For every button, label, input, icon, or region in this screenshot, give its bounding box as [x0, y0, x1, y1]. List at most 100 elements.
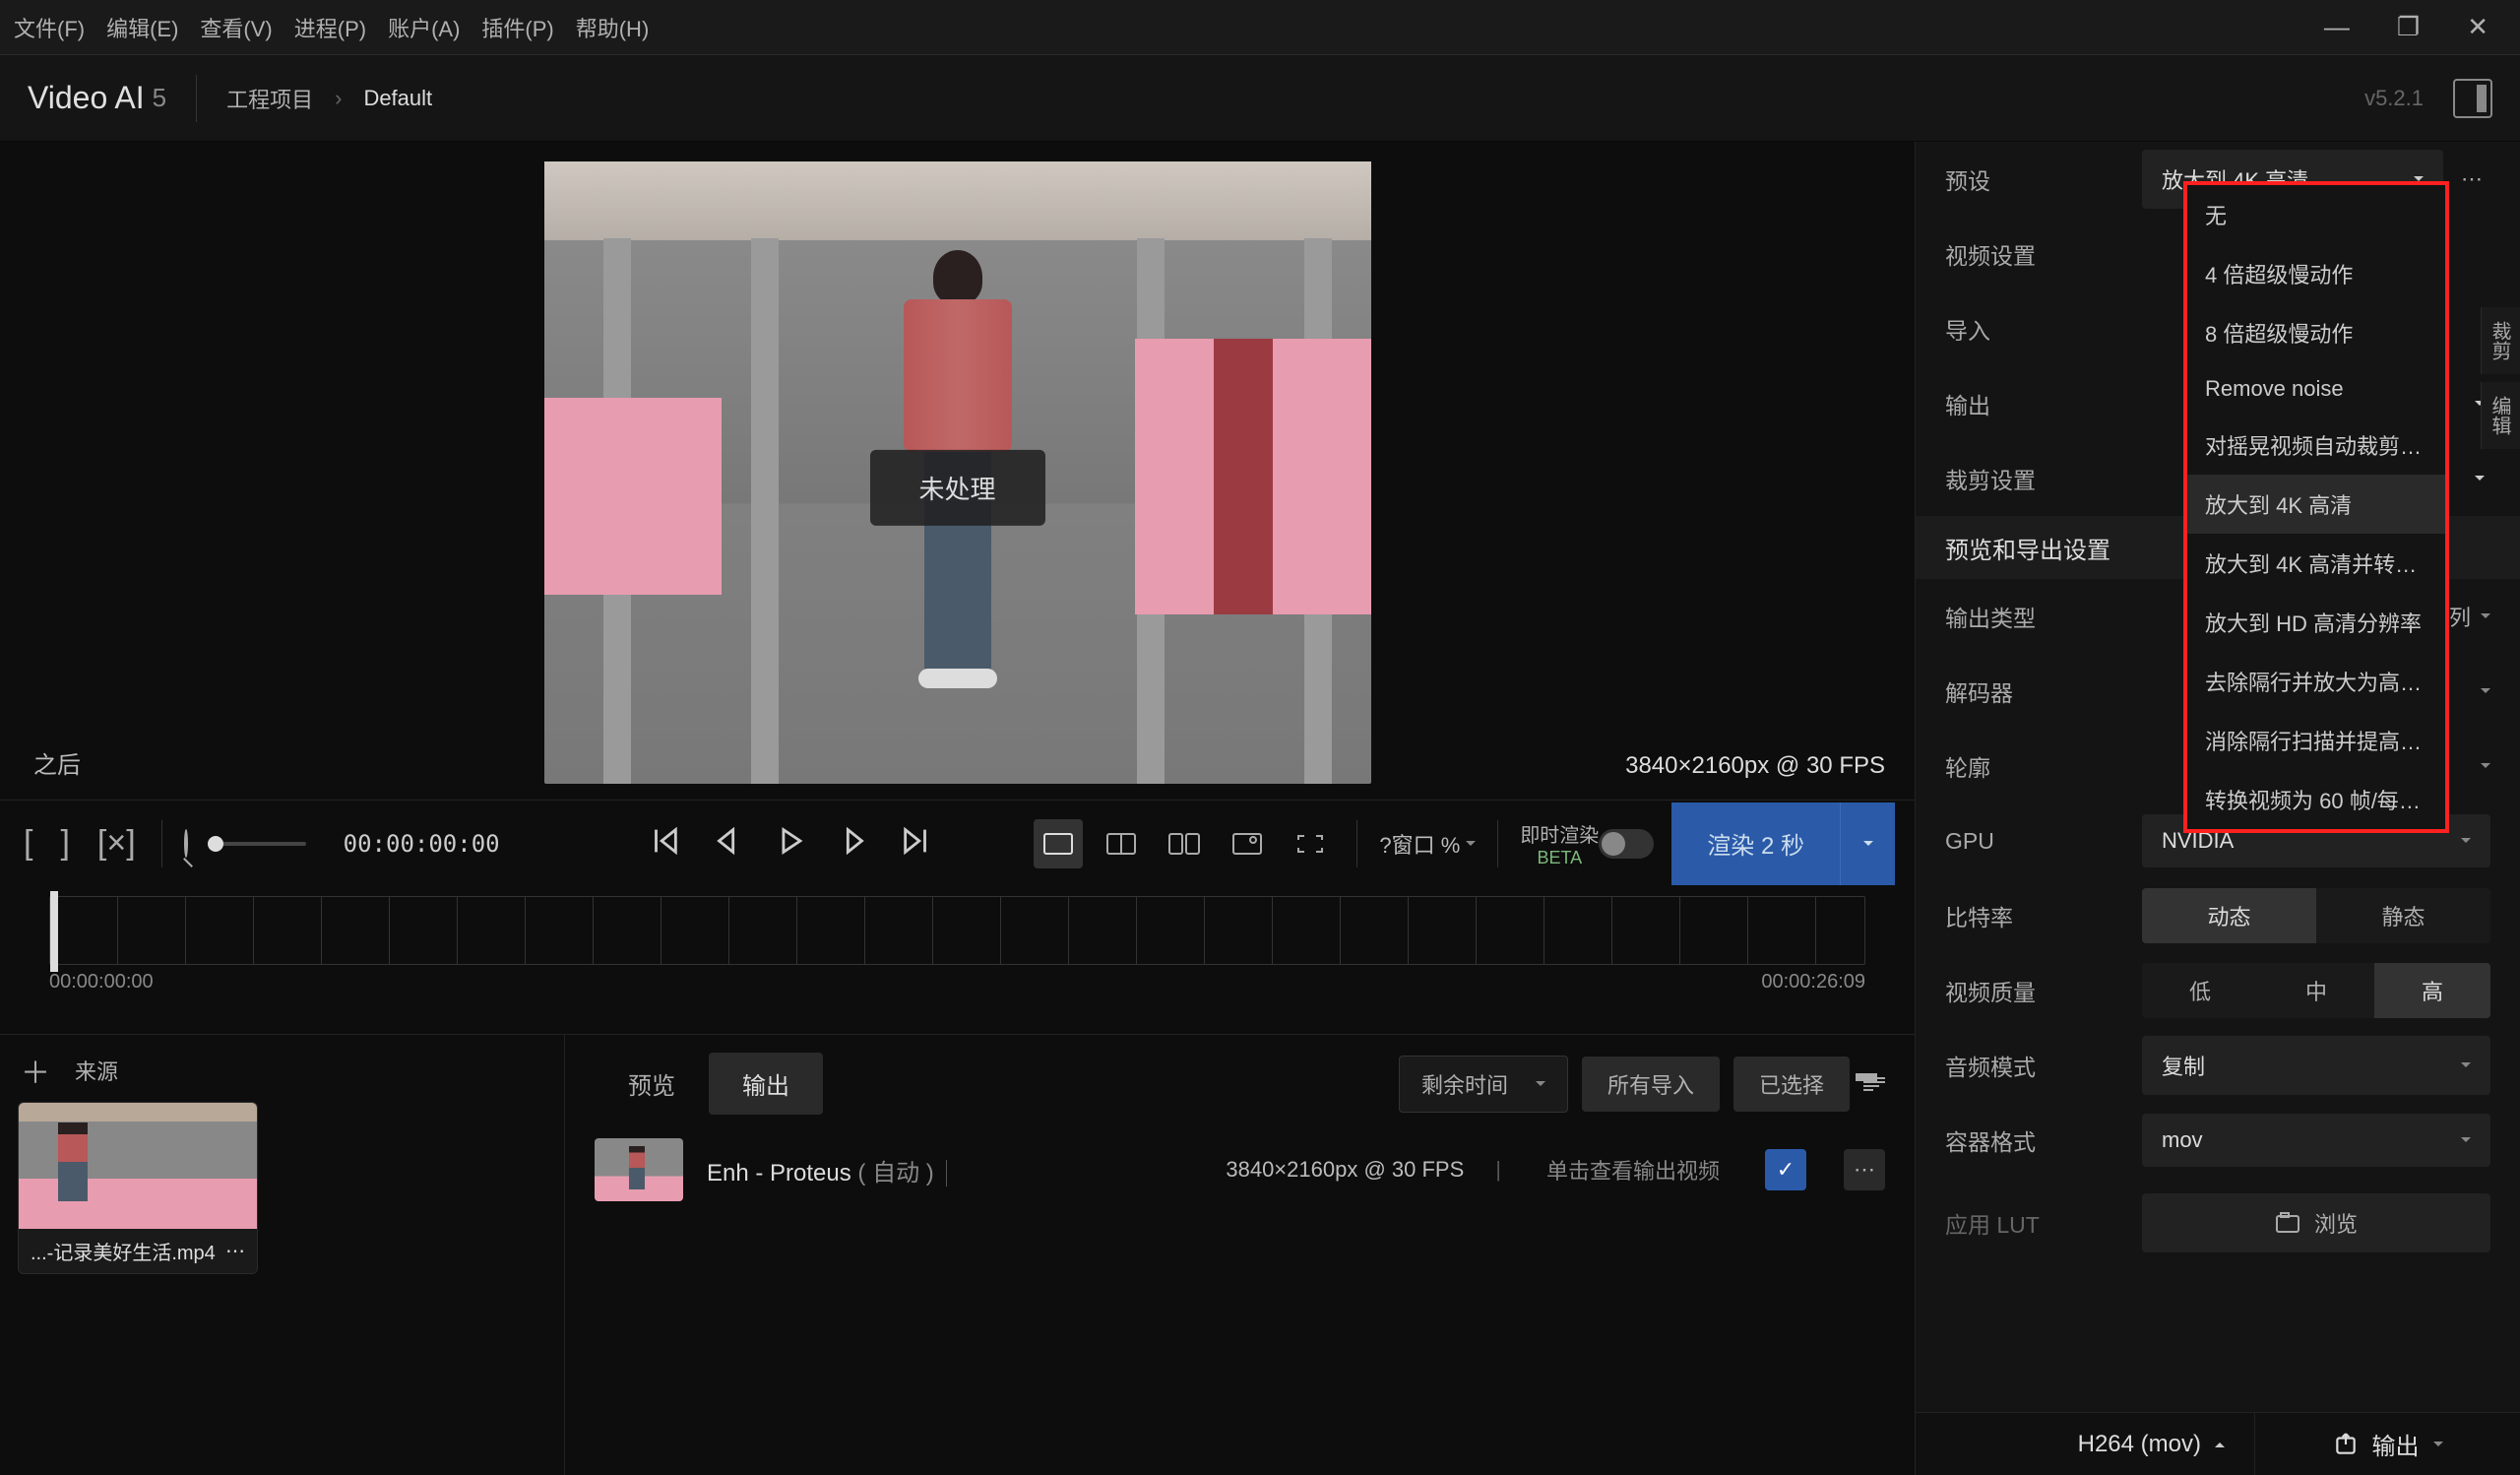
after-label: 之后 — [33, 745, 81, 780]
quality-mid[interactable]: 中 — [2258, 963, 2374, 1018]
selected-button[interactable]: 已选择 — [1733, 1057, 1850, 1112]
mark-in-button[interactable]: [ — [20, 824, 36, 863]
source-more-button[interactable]: ⋯ — [225, 1239, 245, 1263]
breadcrumb-current: Default — [363, 86, 432, 111]
preset-opt-8x[interactable]: 8 倍超级慢动作 — [2187, 303, 2445, 362]
next-frame-button[interactable] — [837, 824, 870, 864]
timeline[interactable]: 00:00:00:00 00:00:26:09 — [0, 886, 1915, 1034]
contour-dropdown[interactable] — [2481, 763, 2490, 773]
add-source-button[interactable]: ＋ — [18, 1053, 53, 1088]
view-output-link[interactable]: 单击查看输出视频 — [1546, 1154, 1720, 1186]
maximize-button[interactable]: ❐ — [2397, 12, 2420, 42]
preset-menu[interactable]: 无 4 倍超级慢动作 8 倍超级慢动作 Remove noise 对摇晃视频自动… — [2183, 181, 2449, 833]
zoom-slider[interactable] — [208, 842, 306, 846]
menu-account[interactable]: 账户(A) — [388, 12, 460, 43]
preset-opt-60fps[interactable]: 转换视频为 60 帧/每秒高 — [2187, 770, 2445, 829]
lut-browse-button[interactable]: 浏览 — [2142, 1193, 2490, 1252]
remaining-time-dropdown[interactable]: 剩余时间 — [1399, 1056, 1568, 1113]
side-tab-crop[interactable]: 裁剪 — [2481, 307, 2520, 374]
codec-dropdown[interactable]: H264 (mov) — [1916, 1413, 2254, 1475]
preset-opt-hd[interactable]: 放大到 HD 高清分辨率 — [2187, 593, 2445, 652]
prev-frame-button[interactable] — [711, 824, 744, 864]
skip-end-button[interactable] — [900, 824, 933, 864]
timeline-start: 00:00:00:00 — [49, 971, 154, 994]
preset-opt-stabilize[interactable]: 对摇晃视频自动裁剪稳定... — [2187, 416, 2445, 475]
source-clip-card[interactable]: ...-记录美好生活.mp4 ⋯ — [18, 1102, 258, 1274]
unprocessed-badge: 未处理 — [869, 450, 1044, 526]
playhead[interactable] — [50, 891, 58, 972]
sort-button[interactable] — [1863, 1077, 1885, 1091]
skip-start-button[interactable] — [648, 824, 681, 864]
menu-edit[interactable]: 编辑(E) — [106, 12, 178, 43]
view-mode-buttons — [1034, 819, 1335, 868]
preset-opt-4x[interactable]: 4 倍超级慢动作 — [2187, 244, 2445, 303]
toggle-right-panel-button[interactable] — [2453, 79, 2492, 118]
decoder-dropdown[interactable] — [2481, 688, 2490, 698]
transport-bar: [ ] [×] 00:00:00:00 — [0, 800, 1915, 886]
bitrate-static[interactable]: 静态 — [2316, 888, 2490, 943]
main-area: 未处理 之后 3840×2160px @ 30 FPS [ ] [×] 00:0… — [0, 142, 2520, 1475]
view-single-button[interactable] — [1034, 819, 1083, 868]
app-version-major: 5 — [153, 83, 166, 113]
quality-label: 视频质量 — [1945, 974, 2142, 1007]
breadcrumb: 工程项目 › Default — [226, 83, 432, 114]
mark-out-button[interactable]: ] — [56, 824, 73, 863]
menu-help[interactable]: 帮助(H) — [576, 12, 650, 43]
crop-collapse-button[interactable] — [2475, 476, 2485, 485]
menu-view[interactable]: 查看(V) — [200, 12, 272, 43]
side-tab-edit[interactable]: 编辑 — [2481, 382, 2520, 449]
view-pip-button[interactable] — [1223, 819, 1272, 868]
close-button[interactable]: ✕ — [2467, 12, 2488, 42]
clear-marks-button[interactable]: [×] — [94, 824, 140, 863]
audio-dropdown[interactable]: 复制 — [2142, 1036, 2490, 1095]
tab-preview[interactable]: 预览 — [595, 1053, 709, 1115]
source-panel: ＋ 来源 ...-记录美好生活.mp4 ⋯ — [0, 1035, 565, 1475]
preset-opt-none[interactable]: 无 — [2187, 185, 2445, 244]
preset-opt-4k-conv[interactable]: 放大到 4K 高清并转换为 6... — [2187, 534, 2445, 593]
container-dropdown[interactable]: mov — [2142, 1114, 2490, 1167]
tab-output[interactable]: 输出 — [709, 1053, 823, 1115]
view-side-button[interactable] — [1160, 819, 1209, 868]
preset-opt-deint-up[interactable]: 消除隔行扫描并提高为高... — [2187, 711, 2445, 770]
output-more-button[interactable]: ⋯ — [1844, 1149, 1885, 1190]
app-header: Video AI 5 工程项目 › Default v5.2.1 — [0, 55, 2520, 142]
quality-low[interactable]: 低 — [2142, 963, 2258, 1018]
render-button[interactable]: 渲染 2 秒 — [1671, 802, 1840, 885]
preview-export-label: 预览和导出设置 — [1945, 531, 2110, 565]
view-split-button[interactable] — [1097, 819, 1146, 868]
preset-more-button[interactable]: ⋯ — [2453, 160, 2490, 198]
settings-panel: 预设 放大到 4K 高清 ⋯ 视频设置 裁剪 导入 编辑 输出 裁剪设置 预览和… — [1915, 142, 2520, 1475]
export-button[interactable]: 输出 — [2254, 1413, 2520, 1475]
menu-process[interactable]: 进程(P) — [294, 12, 366, 43]
resolution-label: 3840×2160px @ 30 FPS — [1625, 752, 1885, 780]
quality-high[interactable]: 高 — [2374, 963, 2490, 1018]
bitrate-segmented[interactable]: 动态 静态 — [2142, 888, 2490, 943]
render-dropdown-button[interactable] — [1840, 802, 1895, 885]
left-column: 未处理 之后 3840×2160px @ 30 FPS [ ] [×] 00:0… — [0, 142, 1915, 1475]
breadcrumb-root[interactable]: 工程项目 — [226, 83, 313, 114]
preset-opt-4k[interactable]: 放大到 4K 高清 — [2187, 475, 2445, 534]
audio-label: 音频模式 — [1945, 1049, 2142, 1082]
zoom-icon[interactable] — [184, 829, 188, 858]
app-title: Video AI — [28, 80, 145, 116]
export-footer: H264 (mov) 输出 — [1916, 1412, 2520, 1475]
bitrate-dynamic[interactable]: 动态 — [2142, 888, 2316, 943]
preset-opt-deint-fhd[interactable]: 去除隔行并放大为高清 FHD — [2187, 652, 2445, 711]
bitrate-label: 比特率 — [1945, 899, 2142, 932]
all-import-button[interactable]: 所有导入 — [1582, 1057, 1720, 1112]
output-thumbnail — [595, 1138, 683, 1201]
preset-opt-denoise[interactable]: Remove noise — [2187, 362, 2445, 416]
play-button[interactable] — [774, 824, 807, 864]
window-percent-dropdown[interactable]: ?窗口 % — [1379, 828, 1476, 860]
menu-plugin[interactable]: 插件(P) — [481, 12, 553, 43]
preset-label: 预设 — [1945, 162, 2142, 196]
fullscreen-button[interactable] — [1286, 819, 1335, 868]
instant-render-toggle[interactable] — [1599, 829, 1654, 859]
menu-file[interactable]: 文件(F) — [14, 12, 85, 43]
minimize-button[interactable]: — — [2324, 12, 2350, 42]
output-confirm-button[interactable]: ✓ — [1765, 1149, 1806, 1190]
output-name[interactable]: Enh - Proteus ( 自动 ) — [707, 1153, 958, 1187]
timeline-track[interactable] — [49, 896, 1865, 965]
output-panel: 预览 输出 剩余时间 所有导入 已选择 Enh - — [565, 1035, 1915, 1475]
quality-segmented[interactable]: 低 中 高 — [2142, 963, 2490, 1018]
